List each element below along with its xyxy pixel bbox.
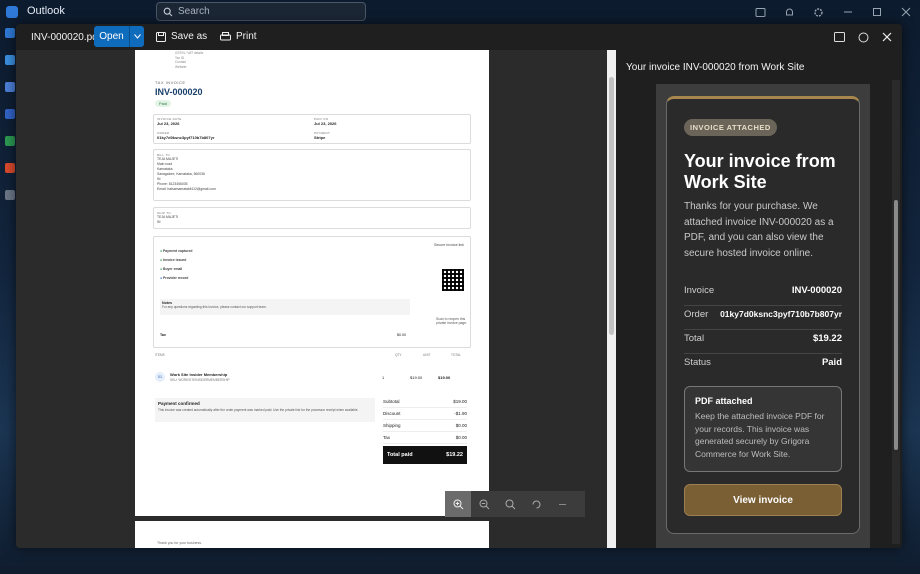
viewer-toolbar: INV-000020.pdf Open Save as Print: [16, 24, 902, 50]
order-id: 01ky7d0ksnc3pyf710b7b807yr: [157, 135, 215, 140]
save-icon: [156, 31, 166, 42]
status-row: Status Paid: [684, 357, 842, 368]
invoice-meta-box: INVOICE DATE Jul 23, 2026 PAID ON Jul 23, …: [153, 114, 471, 144]
people-icon[interactable]: [5, 82, 15, 92]
payment-confirmed-box: Payment confirmed This invoice was creat…: [155, 398, 375, 422]
item-index: 01: [155, 372, 165, 382]
paid-on: Jul 23, 2026: [314, 121, 337, 126]
search-icon: [163, 7, 173, 16]
total-paid-row: Total paid $19.22: [383, 446, 467, 464]
powerpoint-icon[interactable]: [5, 163, 15, 173]
apps-icon[interactable]: [5, 190, 15, 200]
timeline-list: ● Payment captured ● Invoice issued ● Bu…: [160, 249, 193, 280]
scan-text: Scan to reopen this private invoice page…: [436, 317, 468, 325]
bill-to-lines: TEJA MAJETI Main road Karnataka Sanagalore…: [157, 157, 216, 191]
app-name: Outlook: [27, 5, 65, 17]
order-row: Order 01ky7d0ksnc3pyf710b7b807yr: [684, 309, 842, 320]
save-as-label: Save as: [171, 31, 208, 42]
gear-icon[interactable]: [804, 0, 833, 24]
ship-to-box: SHIP TO TEJA MAJETI IN: [153, 207, 471, 229]
invoice-number: INV-000020: [155, 87, 203, 97]
notes-box: Notes For any questions regarding this i…: [160, 299, 410, 315]
mail-icon[interactable]: [5, 28, 15, 38]
email-scrollbar-thumb[interactable]: [894, 200, 898, 450]
print-label: Print: [236, 31, 257, 42]
calendar-icon[interactable]: [5, 55, 15, 65]
close-viewer-icon[interactable]: [878, 28, 896, 46]
file-name: INV-000020.pdf: [31, 32, 101, 43]
save-as-button[interactable]: Save as: [156, 31, 207, 42]
seller-address-lines: GSTIN / VAT details Tax ID Contact Website: [175, 51, 204, 69]
zoom-out-icon[interactable]: [471, 491, 497, 517]
pdf-attached-title: PDF attached: [695, 396, 753, 406]
payment-method: Stripe: [314, 135, 326, 140]
search-input[interactable]: [178, 6, 358, 17]
items-header: ITEMS QTY UNIT TOTAL: [155, 353, 461, 357]
restore-icon[interactable]: [862, 0, 891, 24]
open-button-label: Open: [99, 31, 124, 42]
attachment-viewer: INV-000020.pdf Open Save as Print GSTIN …: [16, 24, 902, 548]
pdf-page: GSTIN / VAT details Tax ID Contact Website …: [135, 50, 489, 516]
invoice-attached-badge: INVOICE ATTACHED: [684, 119, 777, 136]
my-day-icon[interactable]: [746, 0, 775, 24]
email-scrollbar[interactable]: [892, 80, 900, 544]
search-box[interactable]: [156, 2, 366, 21]
tax-invoice-label: TAX INVOICE: [155, 80, 186, 85]
more-options-icon[interactable]: [549, 491, 575, 517]
copilot-icon[interactable]: [854, 28, 872, 46]
qr-code: [442, 269, 464, 291]
paid-pill: Paid: [155, 100, 172, 107]
rotate-icon[interactable]: [523, 491, 549, 517]
page2-text: Thank you for your business.: [157, 541, 202, 545]
pdf-scrollbar-thumb[interactable]: [609, 77, 614, 335]
invoice-card: INVOICE ATTACHED Your invoice from Work …: [666, 96, 860, 534]
fit-screen-icon[interactable]: [830, 28, 848, 46]
zoom-in-icon[interactable]: [445, 491, 471, 517]
invoice-header: TAX INVOICE INV-000020 Paid: [155, 80, 203, 107]
printer-icon: [220, 31, 231, 40]
viewer-window-controls: [830, 28, 896, 46]
view-invoice-button[interactable]: View invoice: [684, 484, 842, 516]
chevron-down-icon: [133, 34, 141, 39]
card-title: Your invoice from Work Site: [684, 151, 836, 192]
pdf-page-2: Thank you for your business.: [135, 521, 489, 548]
bell-icon[interactable]: [775, 0, 804, 24]
titlebar-controls: [746, 0, 920, 24]
secure-link-label: Secure invoice link: [434, 243, 464, 247]
teams-icon[interactable]: [5, 109, 15, 119]
pdf-attached-box: PDF attached Keep the attached invoice P…: [684, 386, 842, 472]
line-item: 01 Work Site Insider Membership SKU: WORK…: [155, 372, 469, 382]
pdf-scrollbar[interactable]: [607, 50, 616, 548]
outlook-titlebar: Outlook: [0, 0, 920, 24]
totals-table: Subtotal $19.00 Discount -$1.90 Shipping $0…: [383, 396, 467, 464]
print-button[interactable]: Print: [220, 31, 257, 42]
search-in-document-icon[interactable]: [497, 491, 523, 517]
open-options-button[interactable]: [129, 26, 144, 47]
outlook-logo-icon: [6, 6, 18, 18]
zoom-toolbar: [445, 491, 585, 517]
tax-row: Tax $0.00: [160, 333, 406, 337]
open-button[interactable]: Open: [94, 26, 144, 47]
timeline-box: ● Payment captured ● Invoice issued ● Bu…: [153, 236, 471, 348]
email-subject: Your invoice INV-000020 from Work Site: [626, 62, 805, 73]
card-intro: Thanks for your purchase. We attached in…: [684, 201, 834, 259]
invoice-date: Jul 23, 2026: [157, 121, 180, 126]
close-window-icon[interactable]: [891, 0, 920, 24]
invoice-row: Invoice INV-000020: [684, 285, 842, 296]
pdf-preview[interactable]: GSTIN / VAT details Tax ID Contact Website …: [16, 50, 616, 548]
total-row: Total $19.22: [684, 333, 842, 344]
pdf-attached-text: Keep the attached invoice PDF for your r…: [695, 411, 825, 459]
excel-icon[interactable]: [5, 136, 15, 146]
bill-to-box: BILL TO TEJA MAJETI Main road Karnataka Sa…: [153, 149, 471, 201]
minimize-icon[interactable]: [833, 0, 862, 24]
email-body: INVOICE ATTACHED Your invoice from Work …: [656, 84, 870, 548]
email-preview-pane: Your invoice INV-000020 from Work Site I…: [616, 50, 902, 548]
item-name: Work Site Insider Membership: [170, 372, 228, 377]
